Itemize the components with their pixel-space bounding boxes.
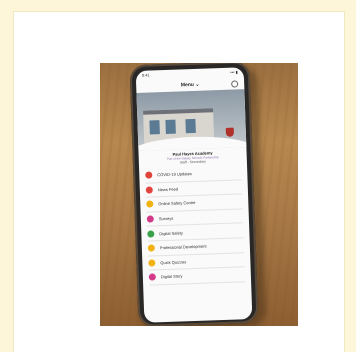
survey-icon	[146, 215, 154, 223]
school-crest-icon	[225, 127, 235, 137]
menu-list: COVID-19 Updates News Feed Online Safety C…	[139, 165, 251, 286]
cap-icon	[147, 244, 155, 252]
menu-item-label: Quick Quizzes	[160, 259, 187, 266]
menu-item[interactable]: Digital Story	[148, 267, 246, 286]
lock-icon	[147, 230, 155, 238]
image-frame: 9:41 ••• ▮ Menu ⌄ Paul Hayes Academy Par…	[14, 12, 344, 352]
menu-item-label: Surveys	[158, 215, 174, 222]
virus-icon	[145, 171, 153, 179]
menu-item-label: Digital Story	[160, 273, 183, 280]
building-window	[165, 119, 176, 134]
menu-item-label: Professional Development	[159, 243, 207, 251]
shield-icon	[146, 200, 154, 209]
menu-item-label: Digital Safety	[159, 230, 184, 236]
building-window	[185, 118, 196, 134]
menu-item-label: COVID-19 Updates	[157, 171, 192, 178]
book-icon	[148, 273, 157, 282]
school-banner	[136, 89, 247, 151]
phone-photo: 9:41 ••• ▮ Menu ⌄ Paul Hayes Academy Par…	[100, 63, 298, 326]
menu-item-label: Online Safety Centre	[158, 200, 196, 207]
building-window	[149, 120, 160, 135]
quiz-icon	[148, 259, 156, 267]
nav-title: Menu ⌄	[180, 81, 200, 89]
search-icon	[231, 80, 239, 88]
phone-screen: 9:41 ••• ▮ Menu ⌄ Paul Hayes Academy Par…	[135, 67, 253, 323]
news-icon	[145, 186, 153, 194]
menu-item-label: News Feed	[157, 186, 179, 193]
smartphone: 9:41 ••• ▮ Menu ⌄ Paul Hayes Academy Par…	[129, 63, 259, 326]
